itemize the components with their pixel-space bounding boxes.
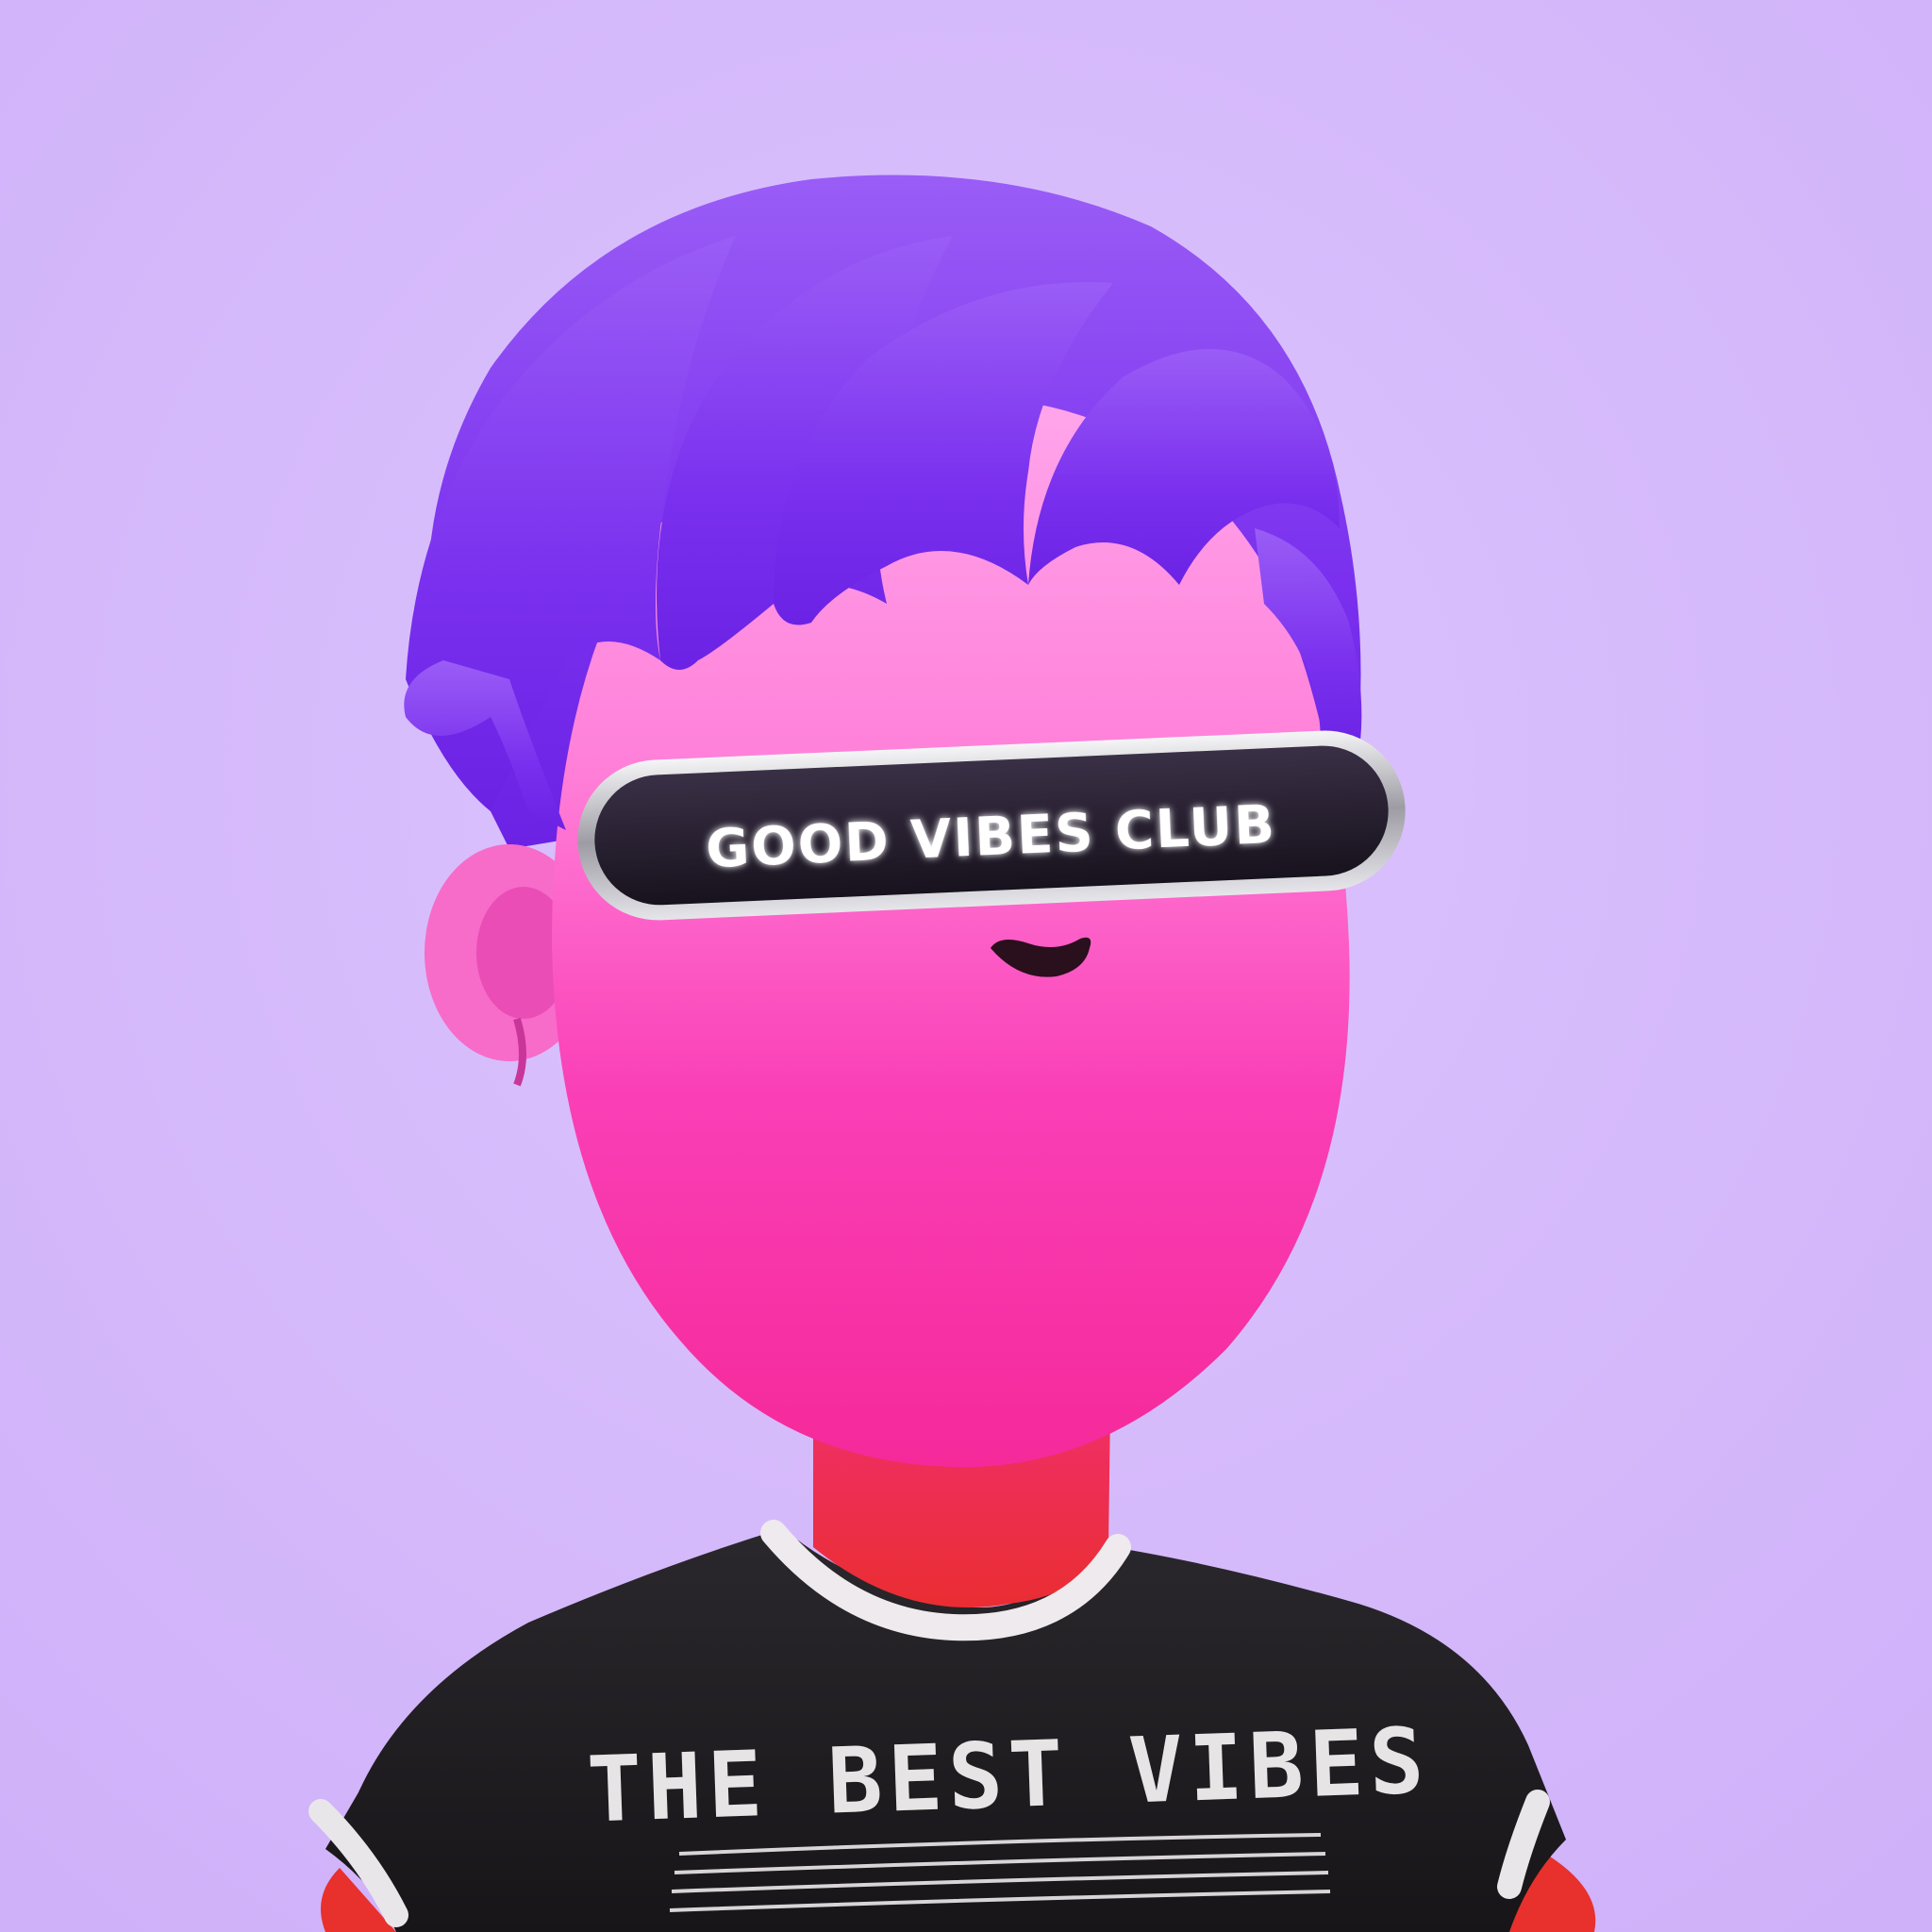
avatar-scene: THE BEST VIBES GOOD VIBES CLUB [0, 0, 1932, 1932]
